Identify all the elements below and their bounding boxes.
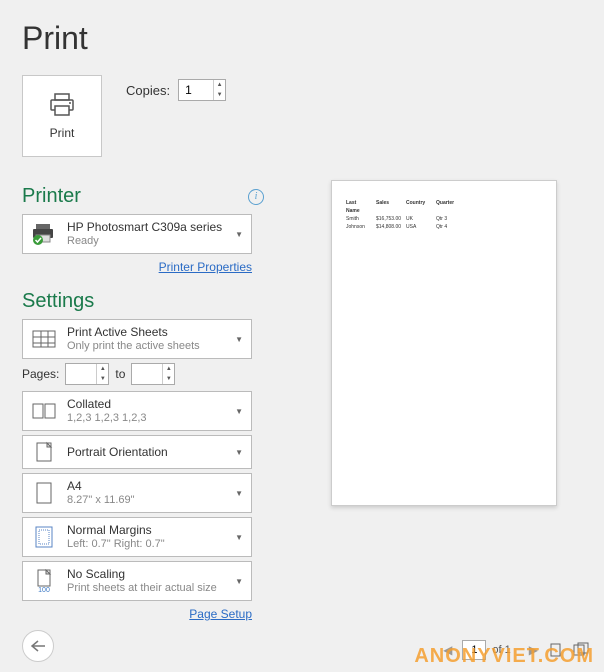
portrait-icon <box>29 437 59 467</box>
spinner-down-icon[interactable]: ▼ <box>213 90 225 100</box>
printer-properties-link[interactable]: Printer Properties <box>159 260 252 274</box>
pages-to-spinner[interactable]: ▲▼ <box>131 363 175 385</box>
printer-status: Ready <box>67 235 245 248</box>
orientation-title: Portrait Orientation <box>67 445 245 459</box>
paper-title: A4 <box>67 479 245 493</box>
collation-title: Collated <box>67 397 245 411</box>
chevron-down-icon: ▼ <box>235 407 243 416</box>
scaling-selector[interactable]: 100 No Scaling Print sheets at their act… <box>22 561 252 601</box>
margins-title: Normal Margins <box>67 523 245 537</box>
printer-selector[interactable]: HP Photosmart C309a series Ready ▼ <box>22 214 252 254</box>
scaling-sub: Print sheets at their actual size <box>67 582 245 595</box>
paper-sub: 8.27" x 11.69" <box>67 494 245 507</box>
scaling-title: No Scaling <box>67 567 245 581</box>
prev-page-button[interactable]: ◀ <box>439 643 456 657</box>
arrow-left-icon <box>30 639 46 653</box>
collation-selector[interactable]: Collated 1,2,3 1,2,3 1,2,3 ▼ <box>22 391 252 431</box>
print-button-label: Print <box>50 126 75 140</box>
paper-selector[interactable]: A4 8.27" x 11.69" ▼ <box>22 473 252 513</box>
settings-section-title: Settings <box>22 290 94 313</box>
margins-selector[interactable]: Normal Margins Left: 0.7" Right: 0.7" ▼ <box>22 517 252 557</box>
margins-icon <box>29 522 59 552</box>
scaling-badge: 100 <box>38 587 50 594</box>
page-of-label: of 1 <box>492 644 510 656</box>
chevron-down-icon: ▼ <box>235 577 243 586</box>
page-number-input[interactable] <box>462 640 486 660</box>
spinner-down-icon[interactable]: ▼ <box>162 374 174 384</box>
page-title: Print <box>22 20 264 57</box>
paper-icon <box>29 478 59 508</box>
collated-icon <box>29 396 59 426</box>
scope-sub: Only print the active sheets <box>67 340 245 353</box>
print-scope-selector[interactable]: Print Active Sheets Only print the activ… <box>22 319 252 359</box>
sheets-icon <box>29 324 59 354</box>
chevron-down-icon: ▼ <box>235 230 243 239</box>
spinner-up-icon[interactable]: ▲ <box>96 364 108 374</box>
scaling-icon: 100 <box>29 566 59 596</box>
back-button[interactable] <box>22 630 54 662</box>
copies-label: Copies: <box>126 83 170 98</box>
pages-label: Pages: <box>22 367 59 381</box>
pages-to-label: to <box>115 367 125 381</box>
chevron-down-icon: ▼ <box>235 489 243 498</box>
chevron-down-icon: ▼ <box>235 335 243 344</box>
spinner-down-icon[interactable]: ▼ <box>96 374 108 384</box>
page-setup-link[interactable]: Page Setup <box>189 607 252 621</box>
print-button[interactable]: Print <box>22 75 102 157</box>
zoom-icon[interactable] <box>572 641 590 659</box>
print-preview: Last NameSalesCountryQuarter Smith$16,75… <box>331 180 557 506</box>
pages-from-spinner[interactable]: ▲▼ <box>65 363 109 385</box>
next-page-button[interactable]: ▶ <box>525 643 542 657</box>
chevron-down-icon: ▼ <box>235 448 243 457</box>
chevron-down-icon: ▼ <box>235 533 243 542</box>
copies-spinner[interactable]: ▲▼ <box>178 79 226 101</box>
margins-sub: Left: 0.7" Right: 0.7" <box>67 538 245 551</box>
scope-title: Print Active Sheets <box>67 325 245 339</box>
printer-section-title: Printer <box>22 185 81 208</box>
spinner-up-icon[interactable]: ▲ <box>162 364 174 374</box>
printer-icon <box>47 92 77 118</box>
printer-ready-icon <box>29 219 59 249</box>
zoom-to-page-icon[interactable] <box>548 641 566 659</box>
orientation-selector[interactable]: Portrait Orientation ▼ <box>22 435 252 469</box>
printer-name: HP Photosmart C309a series <box>67 220 245 234</box>
collation-sub: 1,2,3 1,2,3 1,2,3 <box>67 412 245 425</box>
info-icon[interactable]: i <box>248 189 264 205</box>
spinner-up-icon[interactable]: ▲ <box>213 80 225 90</box>
